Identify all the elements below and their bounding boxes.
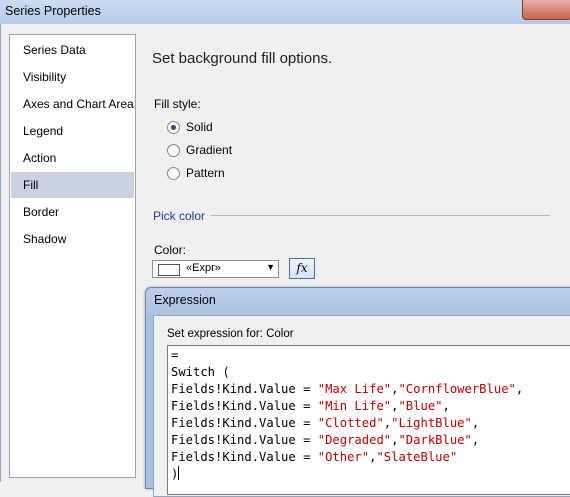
- code-token: Fields!Kind.Value =: [171, 416, 318, 430]
- chevron-down-icon[interactable]: ▼: [266, 262, 275, 272]
- set-expression-label: Set expression for: Color: [167, 328, 294, 340]
- string-literal: "DarkBlue": [398, 433, 472, 447]
- fill-style-label: Fill style:: [154, 97, 201, 111]
- code-token: Fields!Kind.Value =: [171, 433, 318, 447]
- sidebar-item-action[interactable]: Action: [11, 145, 134, 171]
- pick-color-section-label: Pick color: [153, 209, 206, 223]
- expression-editor[interactable]: = Switch ( Fields!Kind.Value = "Max Life",…: [167, 345, 570, 495]
- string-literal: "Other": [317, 450, 370, 464]
- code-line: Fields!Kind.Value = "Clotted","LightBlue…: [171, 415, 479, 431]
- sidebar-item-axes-and-chart-area[interactable]: Axes and Chart Area: [11, 91, 134, 117]
- code-line: Fields!Kind.Value = "Other","SlateBlue": [171, 449, 457, 465]
- sidebar-item-visibility[interactable]: Visibility: [11, 64, 134, 90]
- code-token: ,: [442, 399, 450, 413]
- code-token: Fields!Kind.Value =: [171, 399, 318, 413]
- code-line: ): [171, 466, 180, 482]
- radio-circle-icon[interactable]: [167, 144, 180, 157]
- close-button[interactable]: [522, 0, 570, 20]
- color-swatch: [158, 264, 180, 276]
- sidebar-item-series-data[interactable]: Series Data: [11, 37, 134, 63]
- text-cursor: [178, 466, 180, 480]
- window-title: Series Properties: [5, 4, 101, 18]
- window-title-bar: Series Properties: [0, 0, 570, 25]
- code-line: Switch (: [171, 364, 230, 380]
- code-line: Fields!Kind.Value = "Degraded","DarkBlue…: [171, 432, 479, 448]
- string-literal: "CornflowerBlue": [398, 382, 516, 396]
- color-label: Color:: [154, 243, 187, 257]
- code-line: =: [171, 347, 178, 363]
- page-title: Set background fill options.: [152, 50, 333, 67]
- code-token: ,: [515, 382, 524, 396]
- sidebar: Series Data Visibility Axes and Chart Ar…: [9, 34, 136, 478]
- sidebar-item-border[interactable]: Border: [11, 199, 134, 225]
- sidebar-item-legend[interactable]: Legend: [11, 118, 134, 144]
- string-literal: "LightBlue": [391, 416, 472, 430]
- radio-circle-icon[interactable]: [167, 121, 180, 134]
- code-token: ): [171, 467, 179, 481]
- sidebar-item-shadow[interactable]: Shadow: [11, 226, 134, 252]
- code-token: =: [171, 348, 179, 362]
- sidebar-item-fill[interactable]: Fill: [11, 172, 134, 198]
- color-dropdown[interactable]: «Expr» ▼: [152, 260, 279, 278]
- expression-dialog-title: Expression: [154, 293, 216, 307]
- code-line: Fields!Kind.Value = "Max Life","Cornflow…: [171, 381, 523, 397]
- string-literal: "SlateBlue": [376, 450, 458, 464]
- radio-gradient-label: Gradient: [186, 143, 233, 157]
- code-token: ,: [471, 416, 480, 430]
- radio-circle-icon[interactable]: [167, 167, 180, 180]
- string-literal: "Degraded": [317, 433, 392, 447]
- code-token: ,: [471, 433, 480, 447]
- string-literal: "Blue": [398, 399, 443, 413]
- expression-dialog: Expression Set expression for: Color = Sw…: [145, 287, 570, 497]
- section-divider: [210, 215, 550, 216]
- color-dropdown-value: «Expr»: [186, 262, 221, 274]
- code-line: Fields!Kind.Value = "Min Life","Blue",: [171, 398, 450, 414]
- radio-pattern-label: Pattern: [186, 166, 225, 180]
- code-token: Switch (: [171, 365, 230, 379]
- radio-solid-label: Solid: [186, 120, 213, 134]
- code-token: Fields!Kind.Value =: [171, 450, 318, 464]
- expression-dialog-body: Set expression for: Color = Switch ( Field…: [153, 315, 570, 497]
- expression-fx-button[interactable]: fx: [289, 258, 315, 279]
- string-literal: "Clotted": [317, 416, 384, 430]
- code-token: Fields!Kind.Value =: [171, 382, 318, 396]
- string-literal: "Min Life": [317, 399, 392, 413]
- string-literal: "Max Life": [317, 382, 392, 396]
